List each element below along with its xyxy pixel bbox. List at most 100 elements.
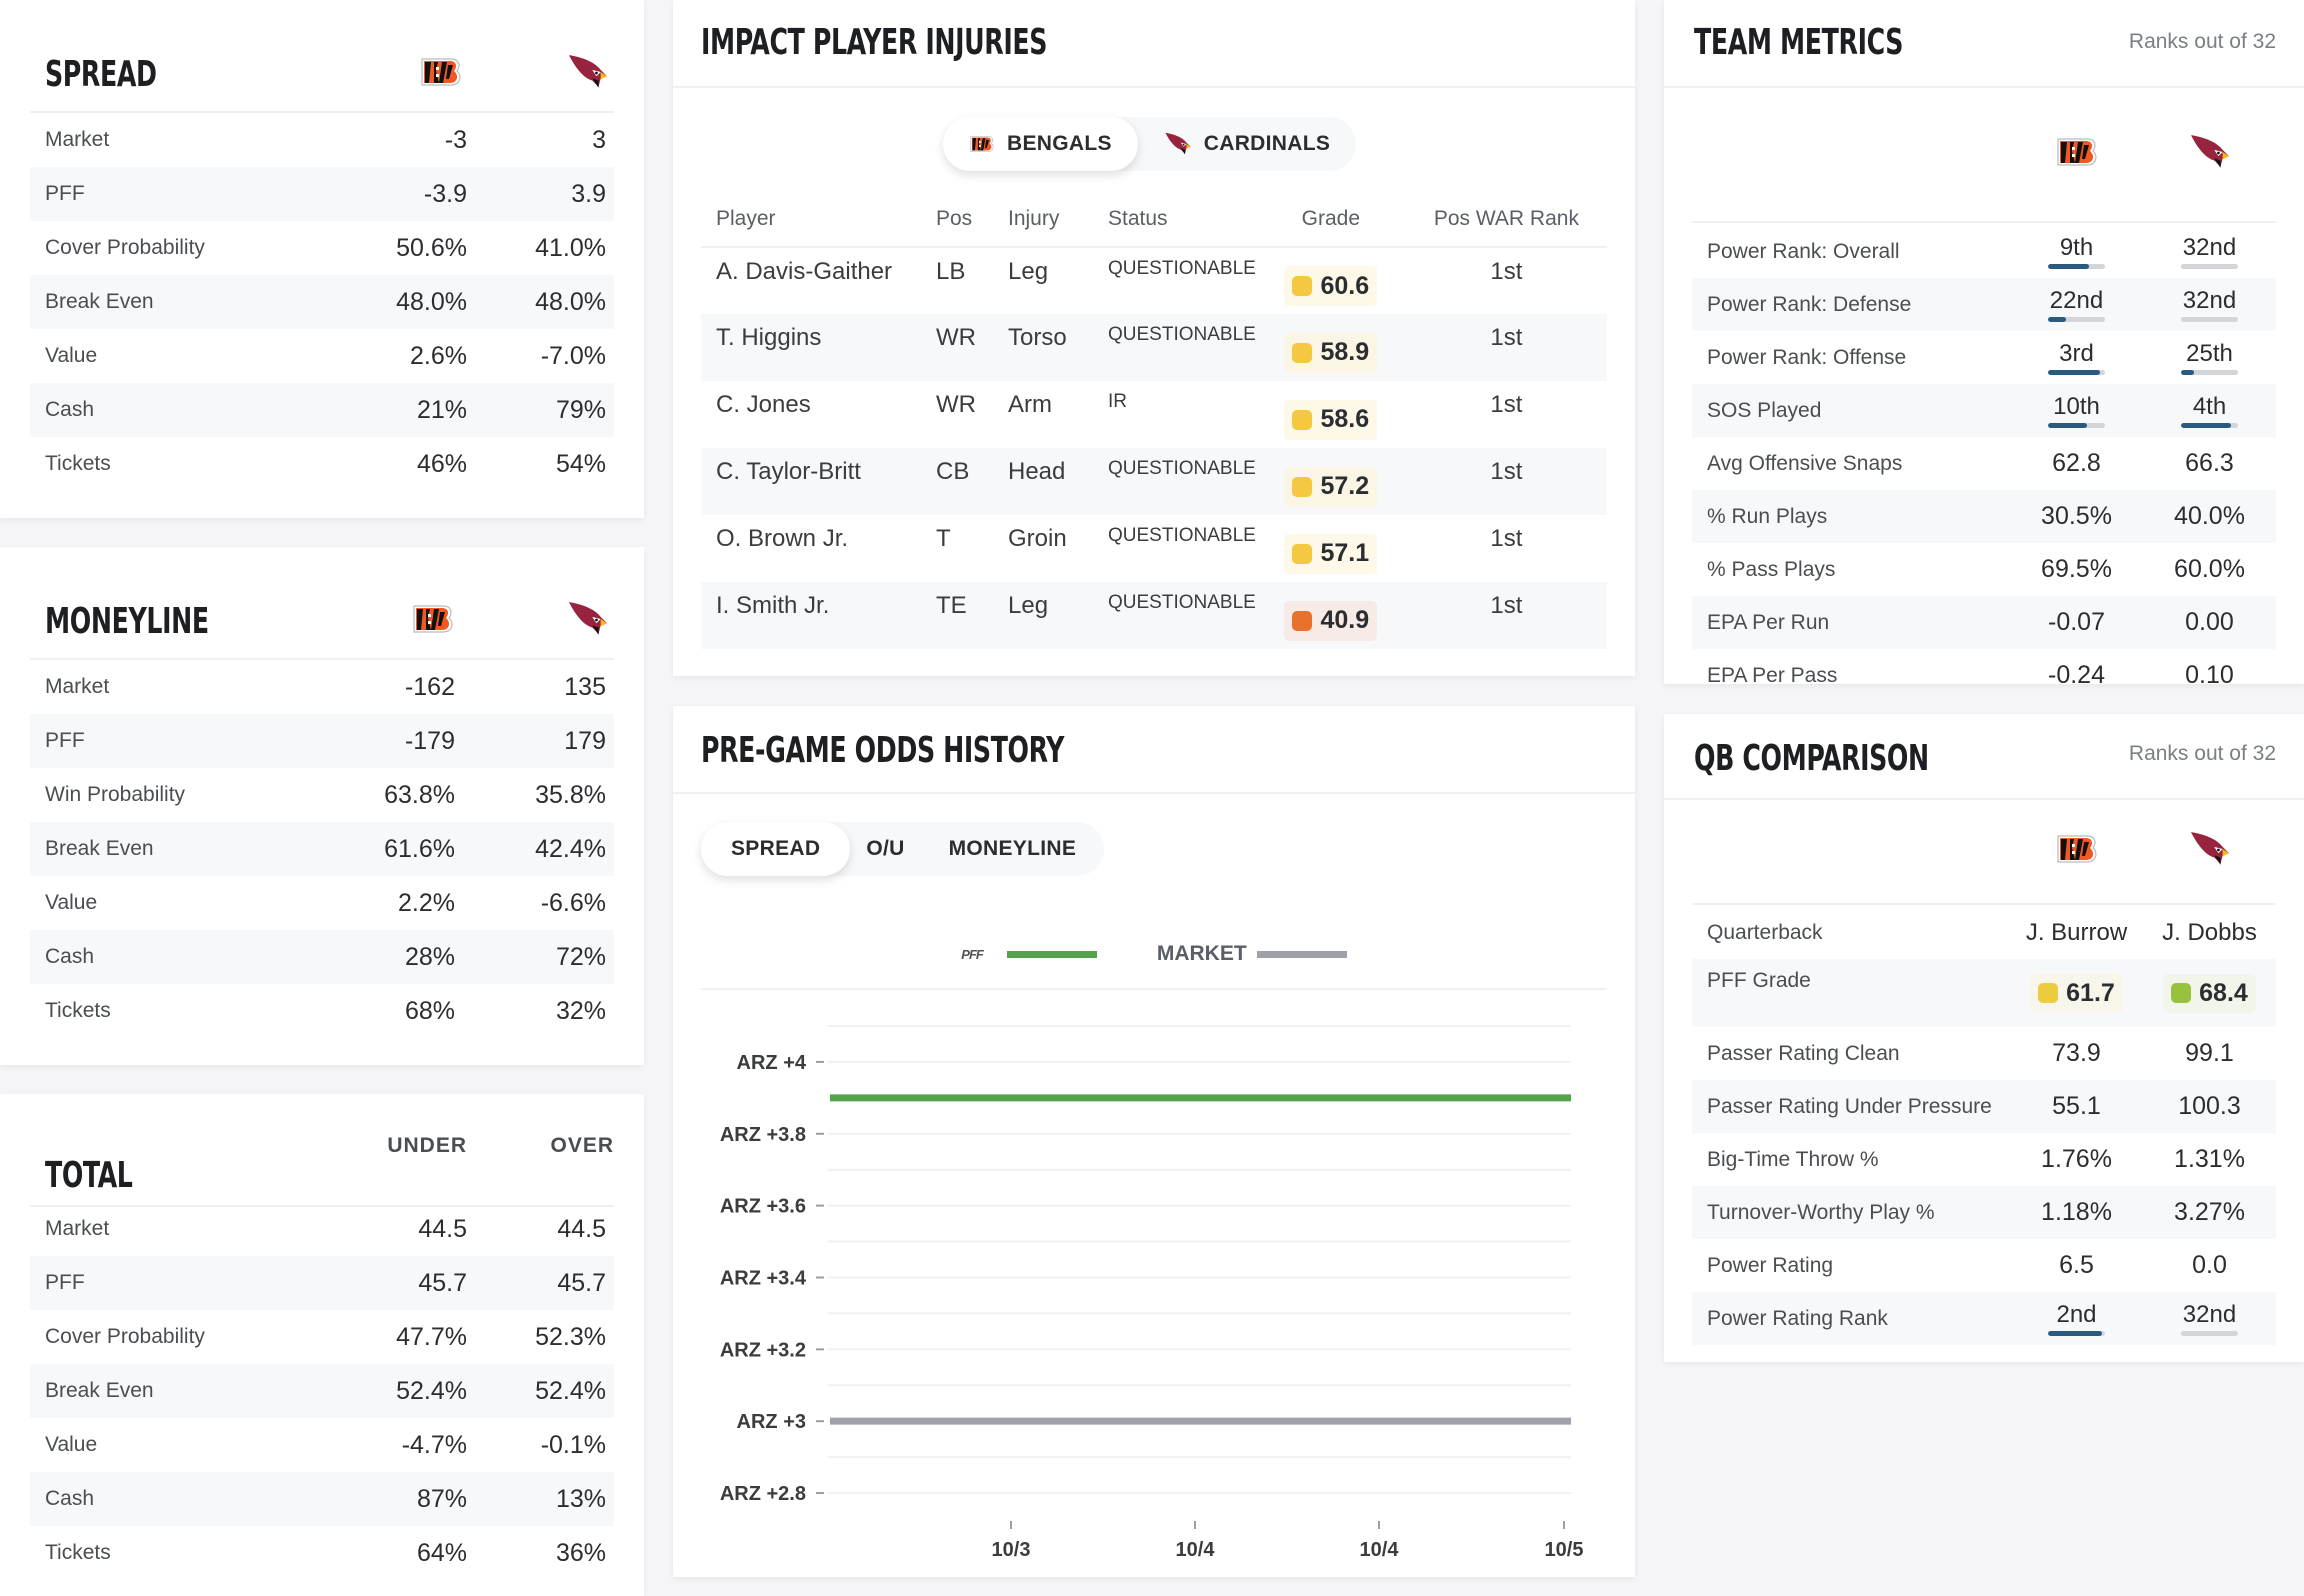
pff-logo-icon: PFF	[961, 946, 984, 962]
rank-bar-fill	[2048, 1330, 2102, 1336]
rank-bar	[2048, 422, 2105, 428]
value-a: -162	[404, 672, 455, 701]
value-a: 55.1	[2052, 1092, 2101, 1120]
rank-text: 10th	[2053, 392, 2100, 420]
y-tick-label: ARZ +3.6	[720, 1196, 806, 1218]
row-label: Break Even	[45, 290, 154, 313]
rank-bar-fill	[2048, 422, 2088, 428]
grade-value: 40.9	[1320, 606, 1370, 634]
table-row: PFF -3.9 3.9	[30, 167, 614, 221]
grade-value: 58.6	[1320, 405, 1370, 433]
rank-value: 4th	[2143, 393, 2276, 428]
tab-moneyline[interactable]: MONEYLINE	[921, 822, 1105, 876]
qb-stat-row: Passer Rating Under Pressure 55.1 100.3	[1692, 1080, 2276, 1133]
team-metrics-card: TEAM METRICS Ranks out of 32 Power Rank:…	[1664, 0, 2304, 689]
table-row: PFF 45.7 45.7	[30, 1256, 614, 1310]
y-tick-label: ARZ +3	[737, 1411, 806, 1433]
injury-row[interactable]: T. Higgins WR Torso QUESTIONABLE 58.9 1st	[701, 314, 1607, 381]
war-rank: 1st	[1405, 582, 1607, 649]
legend-pff-swatch	[1006, 950, 1097, 958]
odds-history-chart: ARZ +2.8 ARZ +3 ARZ +3.2 ARZ +3.4 ARZ +3.6 AR…	[720, 1025, 1583, 1561]
odds-history-title: PRE-GAME ODDS HISTORY	[701, 730, 1065, 771]
value-b: 0.10	[2185, 661, 2234, 689]
rank-value: 25th	[2143, 340, 2276, 375]
value-b: 3.27%	[2174, 1198, 2245, 1226]
row-label: Quarterback	[1707, 920, 1823, 944]
war-rank: 1st	[1490, 391, 1523, 418]
grade-cell: 40.9	[1255, 582, 1406, 649]
injury-row[interactable]: A. Davis-Gaither LB Leg QUESTIONABLE 60.6 1st	[701, 247, 1607, 314]
player-pos: WR	[936, 391, 976, 418]
injury-status: IR	[1108, 391, 1127, 412]
y-tick-label: ARZ +3.8	[720, 1124, 806, 1146]
row-label: PFF	[45, 729, 85, 752]
grade-value: 61.7	[2066, 978, 2115, 1007]
metric-row: Power Rank: Overall 9th 32nd	[1692, 225, 2276, 278]
value-b: 52.3%	[535, 1322, 606, 1351]
value-b: 4th	[2143, 393, 2276, 428]
metric-row: % Run Plays 30.5% 40.0%	[1692, 490, 2276, 543]
rank-bar	[2181, 422, 2238, 428]
value-b: 100.3	[2178, 1092, 2241, 1120]
value-a: 63.8%	[384, 780, 455, 809]
row-label: Win Probability	[45, 783, 186, 806]
injury-row[interactable]: O. Brown Jr. T Groin QUESTIONABLE 57.1 1st	[701, 515, 1607, 582]
ranks-note: Ranks out of 32	[2128, 30, 2276, 53]
value-b: 135	[564, 672, 606, 701]
table-row: Tickets 68% 32%	[30, 984, 614, 1038]
total-title: TOTAL	[45, 1155, 133, 1196]
bengals-logo-icon	[969, 135, 995, 153]
rank-value: 32nd	[2143, 287, 2276, 322]
value-a: 6.5	[2059, 1251, 2094, 1279]
value-a: -3	[444, 125, 467, 154]
value-b: 60.0%	[2174, 555, 2245, 583]
value-a: 62.8	[2052, 449, 2101, 477]
total-header: TOTAL UNDER OVER	[30, 1132, 614, 1207]
value-a: -0.24	[2048, 661, 2105, 689]
team-metrics-header: TEAM METRICS Ranks out of 32	[1664, 0, 2304, 88]
player-pos: WR	[921, 314, 993, 381]
row-label: Value	[45, 1433, 98, 1456]
tab-cardinals[interactable]: CARDINALS	[1138, 117, 1356, 171]
injury-row[interactable]: C. Taylor-Britt CB Head QUESTIONABLE 57.2 1st	[701, 448, 1607, 515]
value-a: 61.6%	[384, 834, 455, 863]
value-a: 1.76%	[2041, 1145, 2112, 1173]
tab-bengals[interactable]: BENGALS	[943, 117, 1138, 171]
tab-ou[interactable]: O/U	[850, 822, 920, 876]
value-b: 45.7	[557, 1268, 606, 1297]
row-label: Value	[45, 344, 98, 367]
value-a: 10th	[2010, 392, 2143, 428]
value-b: -0.1%	[540, 1430, 606, 1459]
bengals-logo-icon	[2055, 137, 2099, 167]
col-pos: Pos	[921, 192, 993, 248]
row-label: Tickets	[45, 452, 111, 475]
value-b: 40.0%	[2174, 502, 2245, 530]
rank-value: 32nd	[2143, 1301, 2276, 1336]
tab-spread[interactable]: SPREAD	[701, 822, 851, 876]
total-table: Market 44.5 44.5 PFF 45.7 45.7 Cover Probabili…	[30, 1202, 614, 1580]
qb-a-grade-cell: 61.7	[2010, 973, 2143, 1013]
row-label: Break Even	[45, 837, 154, 860]
qb-stat-row: Power Rating Rank 2nd 32nd	[1692, 1292, 2276, 1345]
odds-type-toggle: SPREAD O/U MONEYLINE	[701, 822, 1105, 876]
injury-row[interactable]: I. Smith Jr. TE Leg QUESTIONABLE 40.9 1st	[701, 582, 1607, 649]
player-name: A. Davis-Gaither	[716, 258, 893, 285]
value-a: 22nd	[2010, 287, 2143, 322]
team-toggle: BENGALS CARDINALS	[943, 117, 1357, 171]
bengals-logo-icon	[419, 57, 463, 87]
value-b: 1.31%	[2174, 1145, 2245, 1173]
player-pos: TE	[921, 582, 993, 649]
player-pos: LB	[936, 258, 966, 285]
rank-bar	[2181, 316, 2238, 322]
row-label: PFF Grade	[1707, 969, 1811, 992]
table-row: Cover Probability 50.6% 41.0%	[30, 221, 614, 275]
value-b: 32nd	[2143, 1301, 2276, 1336]
grade-swatch	[2171, 983, 2192, 1003]
value-b: 13%	[555, 1484, 606, 1513]
row-label: % Pass Plays	[1707, 557, 1836, 581]
rank-bar-fill	[2048, 316, 2066, 322]
table-row: Cash 21% 79%	[30, 383, 614, 437]
injury-row[interactable]: C. Jones WR Arm IR 58.6 1st	[701, 381, 1607, 448]
spread-header: SPREAD	[30, 38, 614, 113]
player-name: I. Smith Jr.	[701, 582, 921, 649]
